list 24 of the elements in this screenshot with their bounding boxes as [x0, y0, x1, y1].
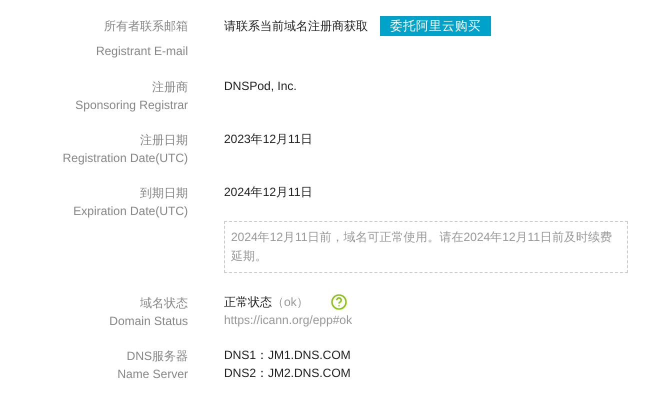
field-label: 域名状态 — [140, 295, 188, 311]
help-icon[interactable] — [330, 294, 347, 310]
field-value: DNS2：JM2.DNS.COM — [224, 365, 351, 382]
status-link[interactable]: https://icann.org/epp#ok — [224, 311, 352, 329]
field-value: 请联系当前域名注册商获取 — [224, 18, 368, 35]
field-label: DNS服务器 — [126, 348, 188, 364]
field-label: Registration Date(UTC) — [62, 150, 188, 166]
field-value: 2023年12月11日 — [224, 131, 312, 148]
expiry-notice: 2024年12月11日前，域名可正常使用。请在2024年12月11日前及时续费延期。 — [224, 221, 628, 273]
field-label: Sponsoring Registrar — [75, 97, 188, 113]
field-value: DNS1：JM1.DNS.COM — [224, 347, 351, 364]
field-value: DNSPod, Inc. — [224, 78, 297, 95]
field-label: 到期日期 — [140, 185, 188, 201]
field-label: 所有者联系邮箱 — [104, 18, 188, 34]
field-label: Domain Status — [109, 313, 188, 329]
field-value: 正常状态 — [224, 294, 272, 311]
purchase-button[interactable]: 委托阿里云购买 — [380, 16, 491, 36]
field-label: Name Server — [117, 366, 188, 382]
field-label: 注册日期 — [140, 132, 188, 148]
field-label: 注册商 — [152, 79, 188, 95]
field-label: Expiration Date(UTC) — [73, 203, 188, 219]
field-value: 2024年12月11日 — [224, 184, 312, 201]
field-label: Registrant E-mail — [96, 43, 188, 59]
status-code: （ok） — [272, 294, 309, 311]
